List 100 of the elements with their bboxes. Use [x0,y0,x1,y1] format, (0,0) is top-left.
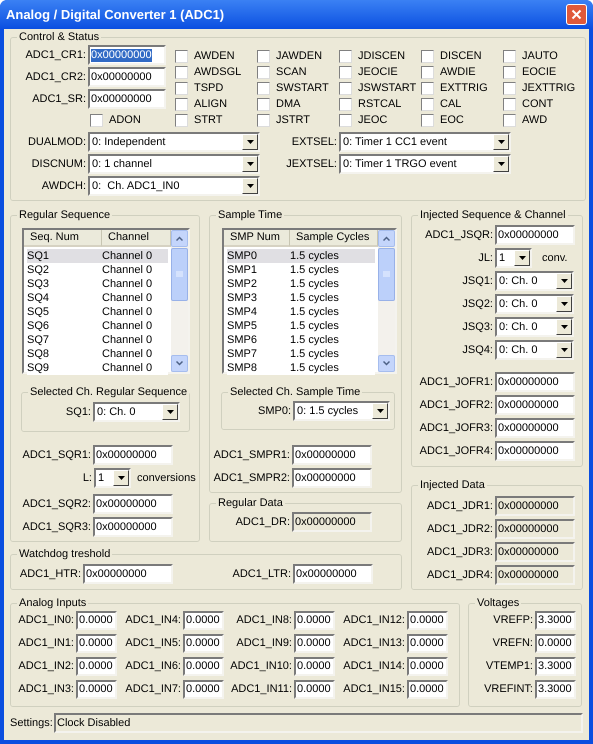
dropdown-button[interactable] [493,156,509,172]
dropdown-button[interactable] [242,156,258,172]
input-field[interactable]: 0x00000000 [495,565,575,585]
input-field[interactable]: 0x00000000 [88,89,166,109]
input-field[interactable]: 0x00000000 [495,418,575,438]
checkbox[interactable] [257,82,270,94]
input-field[interactable]: 0x00000000 [292,445,372,465]
input-field[interactable]: 0.0000 [76,657,117,676]
checkbox[interactable] [421,114,434,126]
input-field[interactable]: 0.0000 [183,680,224,699]
input-field[interactable]: 0.0000 [294,634,335,653]
input-field[interactable]: Clock Disabled [54,713,583,733]
column-header[interactable]: Channel [102,230,171,247]
dropdown-button[interactable] [556,296,572,312]
checkbox[interactable] [175,66,188,78]
input-field[interactable]: 0x00000000 [495,519,575,539]
dropdown[interactable]: 0: Independent [88,132,260,152]
dropdown-button[interactable] [556,273,572,289]
checkbox[interactable] [503,114,516,126]
checkbox[interactable] [503,50,516,62]
scroll-down-button[interactable] [378,355,395,372]
input-field[interactable]: 0.0000 [294,680,335,699]
checkbox[interactable] [257,66,270,78]
input-field[interactable]: 0x00000000 [83,564,173,584]
checkbox[interactable] [257,50,270,62]
checkbox[interactable] [175,98,188,110]
input-field[interactable]: 0.0000 [407,680,448,699]
input-field[interactable]: 3.3000 [535,680,576,699]
input-field[interactable]: 0x00000000 [495,542,575,562]
input-field[interactable]: 3.3000 [535,611,576,630]
dropdown[interactable]: 0: Ch. 0 [495,340,574,360]
input-field[interactable]: 3.3000 [535,657,576,676]
input-field[interactable]: 0.0000 [294,611,335,630]
checkbox[interactable] [339,66,352,78]
input-field[interactable]: 0.0000 [407,611,448,630]
dropdown[interactable]: 0: Timer 1 TRGO event [339,154,511,174]
column-header[interactable]: SMP Num [224,230,290,247]
scroll-up-button[interactable] [171,230,188,247]
scrollbar-thumb[interactable] [378,248,395,301]
scrollbar[interactable] [171,230,188,372]
dropdown-button[interactable] [242,134,258,150]
dropdown[interactable]: 1 [495,248,532,268]
checkbox[interactable] [257,98,270,110]
input-field[interactable]: 0.0000 [407,657,448,676]
input-field[interactable]: 0x00000000 [93,494,173,514]
dropdown[interactable]: 0: Ch. 0 [495,317,574,337]
checkbox[interactable] [421,50,434,62]
scrollbar[interactable] [378,230,395,372]
dropdown-button[interactable] [242,178,258,194]
input-field[interactable]: 0.0000 [294,657,335,676]
input-field[interactable]: 0.0000 [183,611,224,630]
checkbox[interactable] [421,98,434,110]
input-field[interactable]: 0x00000000 [495,441,575,461]
dropdown[interactable]: 0: Ch. 0 [495,271,574,291]
input-field[interactable]: 0.0000 [76,611,117,630]
input-field[interactable]: 0x00000000 [293,564,373,584]
checkbox[interactable] [90,114,103,126]
input-field[interactable]: 0x00000000 [495,496,575,516]
checkbox[interactable] [339,82,352,94]
dropdown[interactable]: 0: Ch. 0 [93,402,180,422]
dropdown-button[interactable] [162,404,178,420]
dropdown-button[interactable] [556,342,572,358]
input-field[interactable]: 0.0000 [183,634,224,653]
checkbox[interactable] [421,82,434,94]
checkbox[interactable] [339,114,352,126]
column-header[interactable]: Sample Cycles [290,230,378,247]
checkbox[interactable] [257,114,270,126]
checkbox[interactable] [175,82,188,94]
input-field[interactable]: 0.0000 [535,634,576,653]
checkbox[interactable] [339,50,352,62]
dropdown[interactable]: 0: Timer 1 CC1 event [339,132,511,152]
dropdown[interactable]: 0: Ch. 0 [495,294,574,314]
dropdown-button[interactable] [113,470,129,486]
checkbox[interactable] [339,98,352,110]
checkbox[interactable] [503,82,516,94]
list-row[interactable]: SMP0 1.5 cycles [227,249,375,263]
scroll-down-button[interactable] [171,355,188,372]
input-field[interactable]: 0x00000000 [292,512,372,532]
checkbox[interactable] [175,50,188,62]
dropdown[interactable]: 0: 1.5 cycles [293,401,390,421]
input-field[interactable]: 0x00000000 [495,395,575,415]
checkbox[interactable] [175,114,188,126]
checkbox[interactable] [503,66,516,78]
input-field[interactable]: 0.0000 [76,634,117,653]
list-row[interactable]: SQ1 Channel 0 [27,249,168,263]
input-field[interactable]: 0x00000000 [88,67,166,87]
list-row[interactable]: SMP8 1.5 cycles [227,361,375,375]
column-header[interactable]: Seq. Num [24,230,102,247]
checkbox[interactable] [503,98,516,110]
input-field[interactable]: 0x00000000 [93,445,173,465]
dropdown[interactable]: 0: 1 channel [88,154,260,174]
input-field[interactable]: 0x00000000 [88,45,166,65]
dropdown-button[interactable] [372,403,388,419]
close-button[interactable] [566,4,587,25]
input-field[interactable]: 0.0000 [407,634,448,653]
input-field[interactable]: 0x00000000 [93,517,173,537]
scroll-up-button[interactable] [378,230,395,247]
input-field[interactable]: 0x00000000 [495,225,575,245]
input-field[interactable]: 0x00000000 [292,468,372,488]
dropdown[interactable]: 0: Ch. ADC1_IN0 [88,176,260,196]
